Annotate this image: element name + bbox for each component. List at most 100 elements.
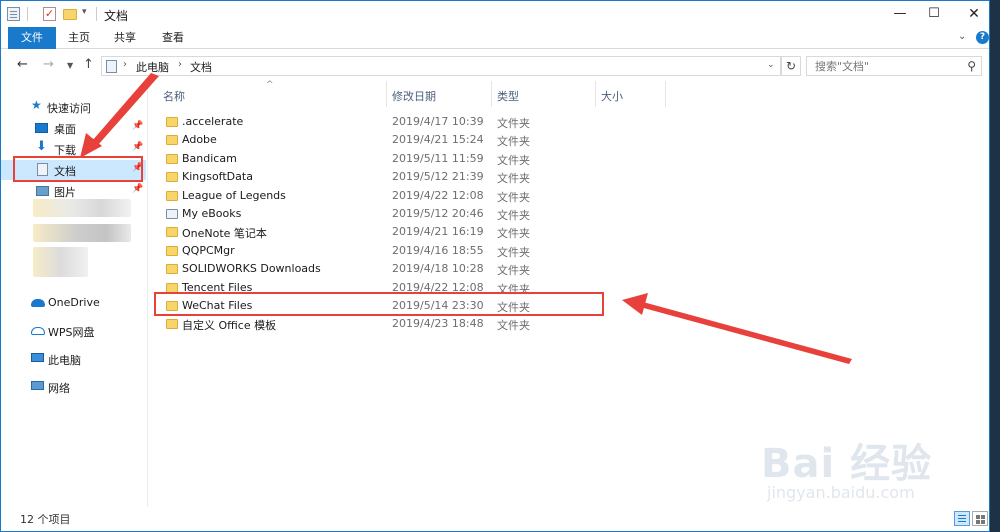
forward-arrow-icon[interactable]: → (43, 57, 54, 72)
file-type: 文件夹 (497, 117, 530, 130)
file-row[interactable]: Bandicam 2019/5/11 11:59 文件夹 (153, 150, 603, 168)
file-type: 文件夹 (497, 245, 530, 259)
column-divider[interactable] (386, 81, 387, 107)
folder-icon (166, 209, 178, 219)
large-icons-view-icon[interactable] (972, 511, 988, 526)
pin-icon: 📌 (132, 184, 144, 194)
computer-icon (31, 353, 44, 362)
search-icon[interactable]: ⚲ (967, 59, 976, 73)
column-divider[interactable] (665, 81, 666, 107)
file-row[interactable]: Adobe 2019/4/21 15:24 文件夹 (153, 131, 603, 149)
file-name: Adobe (182, 133, 217, 147)
tab-share[interactable]: 共享 (105, 27, 145, 49)
file-type: 文件夹 (497, 153, 530, 167)
file-date: 2019/5/12 20:46 (392, 207, 484, 220)
chevron-right-icon[interactable]: › (178, 59, 182, 70)
watermark: Bai 经验 jingyan.baidu.com (761, 431, 961, 511)
file-row[interactable]: OneNote 笔记本 2019/4/21 16:19 文件夹 (153, 223, 603, 241)
up-arrow-icon[interactable]: ↑ (83, 57, 94, 72)
chevron-right-icon[interactable]: › (123, 59, 127, 70)
desktop-icon (35, 123, 48, 133)
help-icon[interactable]: ? (976, 31, 989, 44)
sidebar-item-quick-access[interactable]: ★ 快速访问 (1, 97, 146, 117)
network-icon (31, 381, 44, 390)
window-title: 文档 (104, 9, 129, 23)
file-date: 2019/4/22 12:08 (392, 188, 484, 202)
folder-icon (166, 172, 178, 183)
sidebar-item-wps-cloud[interactable]: WPS网盘 (1, 321, 146, 341)
file-row[interactable]: QQPCMgr 2019/4/16 18:55 文件夹 (153, 242, 603, 260)
navigation-bar: ← → ▼ ↑ › 此电脑 › 文档 ⌄ ↻ ⚲ (1, 53, 989, 79)
sidebar-item-onedrive[interactable]: OneDrive (1, 293, 146, 313)
file-type: 文件夹 (497, 190, 530, 204)
chevron-down-icon[interactable]: ⌄ (958, 31, 966, 42)
blurred-item (33, 247, 88, 277)
breadcrumb-this-pc[interactable]: 此电脑 (136, 59, 169, 75)
file-date: 2019/4/21 16:19 (392, 225, 484, 239)
quick-access-dropdown[interactable]: ▾ (82, 7, 87, 17)
column-header-size[interactable]: 大小 (601, 88, 623, 104)
tab-home[interactable]: 主页 (59, 27, 99, 49)
file-row[interactable]: .accelerate 2019/4/17 10:39 文件夹 (153, 113, 603, 131)
file-row[interactable]: My eBooks 2019/5/12 20:46 文件夹 (153, 205, 603, 223)
sidebar-item-desktop[interactable]: 桌面 📌 (1, 118, 146, 138)
column-header-date[interactable]: 修改日期 (392, 88, 436, 104)
close-button[interactable]: ✕ (951, 1, 989, 27)
checkmark-icon[interactable]: ✓ (43, 7, 56, 21)
file-date: 2019/4/23 18:48 (392, 317, 484, 331)
tab-file[interactable]: 文件 (8, 27, 56, 49)
folder-icon (166, 245, 178, 256)
file-name: League of Legends (182, 188, 286, 202)
chevron-down-icon[interactable]: ⌄ (767, 60, 775, 70)
file-date: 2019/5/12 21:39 (392, 170, 484, 184)
column-divider[interactable] (595, 81, 596, 107)
sidebar-item-network[interactable]: 网络 (1, 377, 146, 397)
divider (96, 7, 97, 21)
sidebar-item-pictures[interactable]: 图片 📌 (1, 181, 146, 201)
file-row[interactable]: KingsoftData 2019/5/12 21:39 文件夹 (153, 168, 603, 186)
column-divider[interactable] (491, 81, 492, 107)
new-folder-icon[interactable] (63, 9, 77, 20)
file-name: .accelerate (182, 115, 244, 128)
folder-icon (166, 190, 178, 201)
watermark-url: jingyan.baidu.com (767, 483, 915, 502)
back-arrow-icon[interactable]: ← (17, 57, 28, 72)
tab-view[interactable]: 查看 (153, 27, 193, 49)
file-type: 文件夹 (497, 135, 530, 149)
search-box[interactable]: ⚲ (806, 56, 982, 76)
file-name: OneNote 笔记本 (182, 227, 267, 241)
file-date: 2019/4/18 10:28 (392, 262, 484, 276)
sidebar-item-this-pc[interactable]: 此电脑 (1, 349, 146, 369)
file-name: QQPCMgr (182, 243, 235, 257)
file-row[interactable]: League of Legends 2019/4/22 12:08 文件夹 (153, 187, 603, 205)
folder-icon (166, 153, 178, 164)
breadcrumb-documents[interactable]: 文档 (190, 59, 212, 75)
file-row[interactable]: 自定义 Office 模板 2019/4/23 18:48 文件夹 (153, 315, 603, 333)
folder-icon (166, 135, 178, 146)
sidebar-item-label: 此电脑 (48, 354, 81, 367)
file-date: 2019/4/21 15:24 (392, 133, 484, 147)
sort-ascending-icon: ^ (266, 80, 274, 90)
blurred-item (33, 199, 131, 217)
column-headers: ^ 名称 修改日期 类型 大小 (153, 80, 673, 107)
refresh-button[interactable]: ↻ (781, 56, 801, 76)
file-row[interactable]: SOLIDWORKS Downloads 2019/4/18 10:28 文件夹 (153, 260, 603, 278)
sidebar-item-label: 桌面 (54, 123, 76, 136)
search-input[interactable] (807, 57, 957, 75)
column-header-name[interactable]: 名称 (163, 88, 185, 104)
file-type: 文件夹 (497, 227, 530, 241)
blurred-item (33, 224, 131, 242)
column-header-type[interactable]: 类型 (497, 88, 519, 104)
item-count: 12 个项目 (20, 513, 71, 526)
file-type: 文件夹 (497, 172, 530, 186)
ribbon-tabs: 文件 主页 共享 查看 ⌄ ? (1, 27, 989, 49)
chevron-down-icon[interactable]: ▼ (67, 61, 73, 70)
address-bar[interactable]: › 此电脑 › 文档 ⌄ (101, 56, 781, 76)
properties-icon[interactable] (7, 7, 20, 21)
file-name: SOLIDWORKS Downloads (182, 262, 321, 276)
folder-icon (166, 319, 178, 330)
watermark-logo: Bai 经验 (761, 441, 933, 487)
details-view-icon[interactable] (954, 511, 970, 526)
navigation-pane: ★ 快速访问 桌面 📌 ⬇ 下载 📌 文档 📌 图片 📌 OneDrive WP… (1, 87, 148, 507)
folder-icon (166, 264, 178, 275)
